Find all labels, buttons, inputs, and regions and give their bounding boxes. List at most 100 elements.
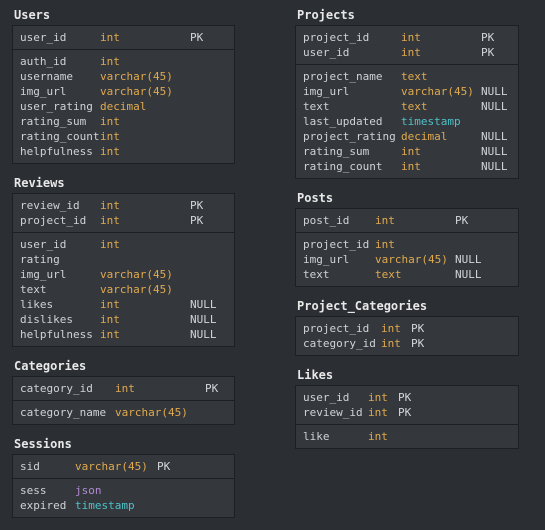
column-name: category_name [20,405,115,420]
column-flag: PK [455,213,485,228]
column-flag [190,84,214,99]
column-name: text [303,267,375,282]
column-row: helpfulnessintNULL [20,327,227,342]
table-body: post_idintPKproject_idintimg_urlvarchar(… [295,208,519,287]
column-type: int [100,198,190,213]
column-row: texttextNULL [303,99,511,114]
left-column: Users user_idintPKauth_idintusernamevarc… [12,8,235,518]
table-section: post_idintPK [296,209,518,233]
column-name: helpfulness [20,327,100,342]
column-flag: PK [398,390,420,405]
column-type: int [375,213,455,228]
column-row: user_idintPK [303,390,511,405]
table-body: project_idintPKcategory_idintPK [295,316,519,356]
table-section: project_idintPKuser_idintPK [296,26,518,65]
column-flag [190,237,220,252]
column-flag: NULL [455,267,485,282]
column-row: rating [20,252,227,267]
column-row: project_nametext [303,69,511,84]
column-name: last_updated [303,114,401,129]
column-type: timestamp [75,498,157,513]
table-title: Project_Categories [295,299,519,313]
table-title: Sessions [12,437,235,451]
column-name: text [303,99,401,114]
column-name: likes [20,297,100,312]
column-type: int [100,54,190,69]
column-name: img_url [20,267,100,282]
column-name: project_rating [303,129,401,144]
column-type: int [381,321,411,336]
table-section: sidvarchar(45)PK [13,455,234,479]
column-flag: PK [157,459,179,474]
column-name: img_url [303,252,375,267]
column-type: int [401,45,481,60]
table-section: category_namevarchar(45) [13,401,234,424]
column-type: int [100,312,190,327]
column-row: img_urlvarchar(45) [20,267,227,282]
column-name: helpfulness [20,144,100,159]
table-section: project_nametextimg_urlvarchar(45)NULLte… [296,65,518,178]
column-row: user_ratingdecimal [20,99,227,114]
column-row: user_idint [20,237,227,252]
column-name: post_id [303,213,375,228]
table-section: auth_idintusernamevarchar(45)img_urlvarc… [13,50,234,163]
column-type: text [401,69,481,84]
column-name: username [20,69,100,84]
column-type: int [100,237,190,252]
column-flag: PK [398,405,420,420]
table-project-categories: Project_Categories project_idintPKcatego… [295,299,519,356]
table-users: Users user_idintPKauth_idintusernamevarc… [12,8,235,164]
table-section: user_idintPK [13,26,234,50]
column-name: user_rating [20,99,100,114]
column-flag [190,267,220,282]
table-body: sidvarchar(45)PKsessjsonexpiredtimestamp [12,454,235,518]
column-row: category_namevarchar(45) [20,405,227,420]
column-type: decimal [100,99,190,114]
column-row: category_idintPK [20,381,227,396]
table-title: Posts [295,191,519,205]
column-row: expiredtimestamp [20,498,227,513]
column-flag [190,54,214,69]
column-type: int [100,114,190,129]
column-flag: PK [411,321,433,336]
column-name: review_id [303,405,368,420]
table-section: category_idintPK [13,377,234,401]
column-flag [190,99,214,114]
column-flag [190,69,214,84]
column-flag: PK [190,30,214,45]
column-flag: NULL [481,129,511,144]
column-type: int [100,297,190,312]
column-type: decimal [401,129,481,144]
column-row: rating_sumint [20,114,227,129]
table-sessions: Sessions sidvarchar(45)PKsessjsonexpired… [12,437,235,518]
column-row: rating_countintNULL [303,159,511,174]
column-type: varchar(45) [75,459,157,474]
table-section: project_idintPKcategory_idintPK [296,317,518,355]
column-type: int [100,129,190,144]
table-title: Users [12,8,235,22]
column-type: text [401,99,481,114]
column-flag [398,429,420,444]
column-row: img_urlvarchar(45)NULL [303,252,511,267]
column-name: like [303,429,368,444]
column-flag [190,252,220,267]
column-type: varchar(45) [375,252,455,267]
column-name: expired [20,498,75,513]
column-flag [157,498,179,513]
column-flag: NULL [190,327,220,342]
column-type: int [368,390,398,405]
column-row: project_idintPK [303,321,511,336]
column-name: category_id [20,381,115,396]
column-row: category_idintPK [303,336,511,351]
column-type: int [100,144,190,159]
column-type: varchar(45) [100,282,190,297]
table-body: user_idintPKreview_idintPKlike int [295,385,519,449]
column-row: rating_sumintNULL [303,144,511,159]
column-flag [157,483,179,498]
table-section: user_idintPKreview_idintPK [296,386,518,425]
column-flag: PK [205,381,227,396]
column-name: rating [20,252,100,267]
column-type: int [100,30,190,45]
column-row: rating_countint [20,129,227,144]
column-name: project_id [303,30,401,45]
